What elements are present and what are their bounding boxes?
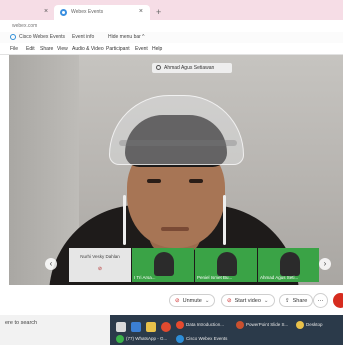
chevron-down-icon: ⌄ xyxy=(263,298,269,304)
speaker-eye-left xyxy=(147,179,161,183)
mic-muted-icon: ⊘ xyxy=(175,298,180,304)
folder-icon xyxy=(296,321,304,329)
taskbar-app-4[interactable]: (77) WhatsApp - G... xyxy=(114,333,170,344)
earphone-wire-left xyxy=(123,195,126,245)
speaker-mouth xyxy=(161,227,189,231)
close-tab-icon[interactable]: × xyxy=(139,8,143,15)
powerpoint-icon xyxy=(236,321,244,329)
app-name: Cisco Webex Events xyxy=(19,34,66,40)
thumbnail-participant-4[interactable]: Ahmad Agus Seti... xyxy=(258,248,319,282)
previous-thumbnails-button[interactable]: ‹ xyxy=(45,258,57,270)
next-thumbnails-button[interactable]: › xyxy=(319,258,331,270)
browser-tab-webex[interactable]: Webex Events × xyxy=(54,5,150,20)
menu-participant[interactable]: Participant xyxy=(106,46,130,52)
menu-event[interactable]: Event xyxy=(135,46,148,52)
participant-name: Nurhi Vesky Dahlan xyxy=(80,254,120,259)
chevron-down-icon: ⌄ xyxy=(204,298,210,304)
unmute-button[interactable]: ⊘ Unmute ⌄ xyxy=(169,294,216,307)
task-view-icon[interactable] xyxy=(116,322,126,332)
main-video[interactable]: Ahmad Agus Setiawan ‹ › Nurhi Vesky Dahl… xyxy=(9,55,343,285)
meeting-control-bar: ⊘ Unmute ⌄ ⊘ Start video ⌄ ⇪ Share ... xyxy=(9,285,343,315)
more-options-button[interactable]: ... xyxy=(313,293,328,308)
participant-video xyxy=(154,252,174,276)
participant-name: I Tri Arsa... xyxy=(134,275,156,280)
webex-logo-icon xyxy=(10,34,16,40)
webex-logo-icon xyxy=(60,9,67,16)
muted-mic-icon: ⊘ xyxy=(97,266,103,272)
participant-video xyxy=(217,252,237,276)
menu-bar: File Edit Share View Audio & Video Parti… xyxy=(0,43,343,55)
new-tab-button[interactable]: + xyxy=(156,7,161,17)
menu-share[interactable]: Share xyxy=(40,46,53,52)
speaker-eye-right xyxy=(189,179,203,183)
webex-top-toolbar: Cisco Webex Events Event info Hide menu … xyxy=(0,32,343,43)
thumbnail-participant-2[interactable]: I Tri Arsa... xyxy=(132,248,194,282)
browser-tab-previous[interactable]: × xyxy=(0,6,48,20)
participant-name: Ahmad Agus Seti... xyxy=(260,275,299,280)
share-button[interactable]: ⇪ Share xyxy=(279,294,314,307)
taskbar-app-2[interactable]: PowerPoint Slide S... xyxy=(234,319,292,330)
browser-tab-strip: × Webex Events × + xyxy=(0,0,343,20)
address-bar[interactable]: webex.com xyxy=(0,20,343,32)
event-info-button[interactable]: Event info xyxy=(72,34,94,40)
participant-video xyxy=(280,252,300,276)
tab-title: Webex Events xyxy=(71,9,104,15)
share-icon: ⇪ xyxy=(285,298,290,304)
start-video-button[interactable]: ⊘ Start video ⌄ xyxy=(221,294,275,307)
menu-audio-video[interactable]: Audio & Video xyxy=(72,46,104,52)
active-speaker-label: Ahmad Agus Setiawan xyxy=(152,63,232,73)
whatsapp-icon xyxy=(116,335,124,343)
address-url: webex.com xyxy=(12,23,38,29)
participant-name: Peniel Ismet Bu... xyxy=(197,275,233,280)
menu-file[interactable]: File xyxy=(10,46,18,52)
hide-menu-bar-button[interactable]: Hide menu bar ^ xyxy=(108,34,145,40)
file-explorer-icon[interactable] xyxy=(146,322,156,332)
taskbar-app-1[interactable]: Data Introduction... xyxy=(174,319,232,330)
speaker-icon xyxy=(156,65,161,70)
taskbar-search-box[interactable]: ere to search xyxy=(0,315,110,345)
thumbnail-participant-3[interactable]: Peniel Ismet Bu... xyxy=(195,248,257,282)
windows-taskbar: ere to search Data Introduction... Power… xyxy=(0,315,343,345)
menu-view[interactable]: View xyxy=(57,46,68,52)
taskbar-app-3[interactable]: Desktop xyxy=(294,319,342,330)
close-tab-icon[interactable]: × xyxy=(44,8,48,15)
menu-edit[interactable]: Edit xyxy=(26,46,35,52)
thumbnail-participant-1[interactable]: Nurhi Vesky Dahlan ⊘ xyxy=(69,248,131,282)
menu-help[interactable]: Help xyxy=(152,46,162,52)
app-icon xyxy=(176,321,184,329)
earphone-wire-right xyxy=(223,195,226,245)
video-off-icon: ⊘ xyxy=(227,298,232,304)
chrome-icon[interactable] xyxy=(161,322,171,332)
end-call-button[interactable] xyxy=(333,293,343,308)
webex-icon xyxy=(176,335,184,343)
edge-browser-icon[interactable] xyxy=(131,322,141,332)
participant-thumbnail-strip: Nurhi Vesky Dahlan ⊘ I Tri Arsa... Penie… xyxy=(69,248,319,282)
taskbar-app-5[interactable]: Cisco Webex Events xyxy=(174,333,234,344)
